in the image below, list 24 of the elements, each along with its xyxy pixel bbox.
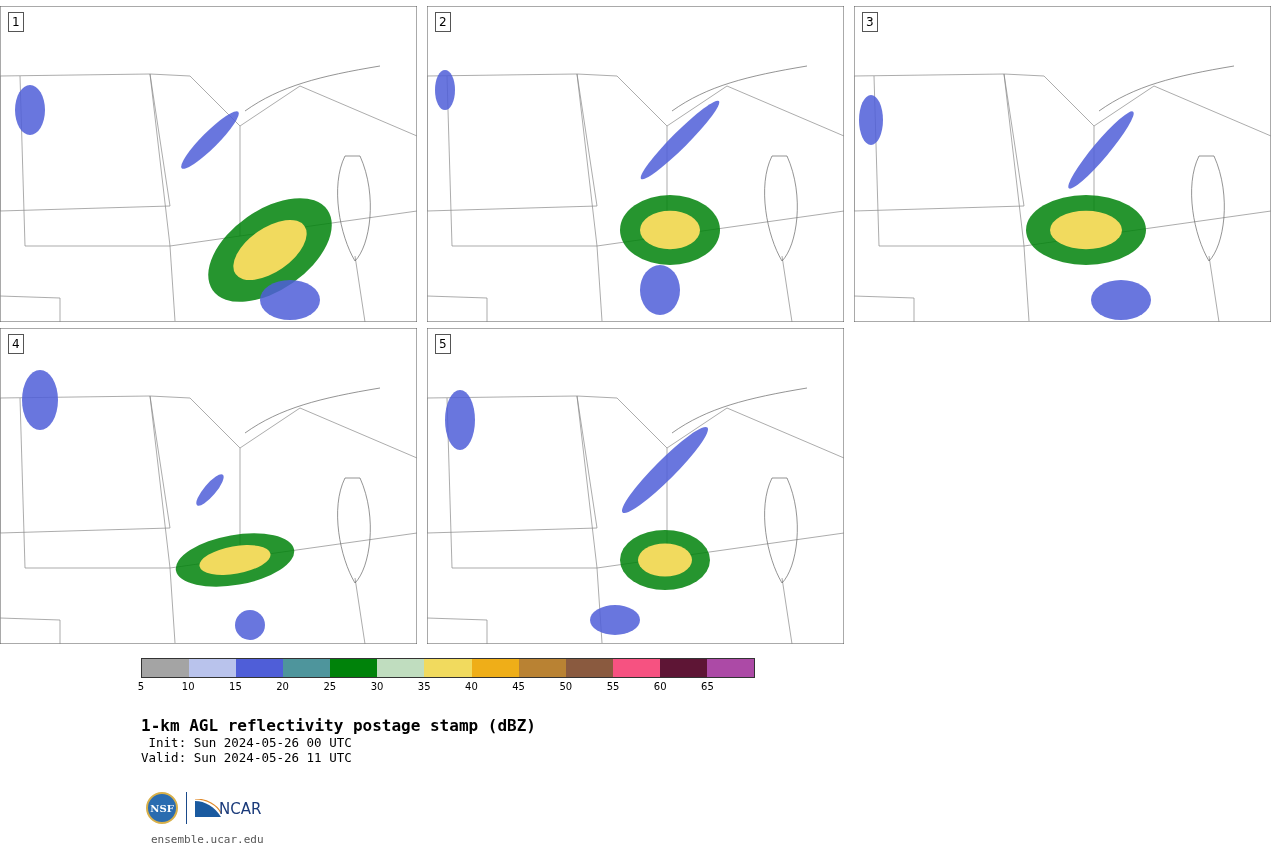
tick-label: 40 bbox=[465, 681, 478, 692]
tick-label: 35 bbox=[417, 681, 431, 692]
tick-label: 20 bbox=[276, 681, 289, 692]
chart-title: 1-km AGL reflectivity postage stamp (dBZ) bbox=[141, 716, 537, 735]
tick-label: 30 bbox=[370, 681, 384, 692]
tick-label: 55 bbox=[606, 681, 620, 692]
panel-number: 5 bbox=[435, 334, 451, 354]
init-time: Init: Sun 2024-05-26 00 UTC bbox=[147, 735, 353, 750]
panel-number: 1 bbox=[8, 12, 24, 32]
valid-time: Valid: Sun 2024-05-26 11 UTC bbox=[141, 750, 353, 765]
panel-number: 2 bbox=[435, 12, 451, 32]
tick-label: 5 bbox=[137, 681, 145, 692]
site-url: ensemble.ucar.edu bbox=[151, 833, 265, 844]
tick-label: 65 bbox=[701, 681, 714, 692]
tick-label: 50 bbox=[559, 681, 573, 692]
tick-label: 25 bbox=[323, 681, 337, 692]
tick-label: 15 bbox=[229, 681, 242, 692]
panel-number: 3 bbox=[862, 12, 878, 32]
tick-label: 60 bbox=[653, 681, 667, 692]
nsf-logo: NSF bbox=[146, 792, 178, 824]
tick-label: 45 bbox=[512, 681, 525, 692]
tick-label: 10 bbox=[181, 681, 195, 692]
ncar-logo: NCAR bbox=[195, 799, 262, 817]
panel-number: 4 bbox=[8, 334, 24, 354]
